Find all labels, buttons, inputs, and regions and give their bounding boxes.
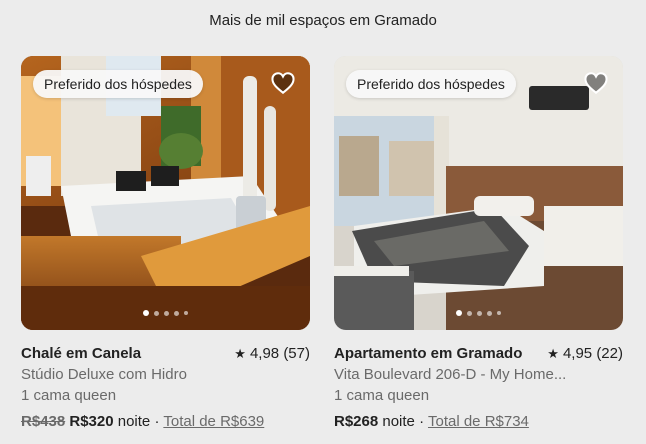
total-price-link[interactable]: Total de R$734 [428, 413, 529, 430]
listing-card[interactable]: Preferido dos hóspedes Chalé em Canela ★… [21, 56, 310, 432]
carousel-dot[interactable] [164, 310, 169, 316]
guest-favorite-badge: Preferido dos hóspedes [346, 70, 516, 98]
carousel-dot[interactable] [184, 311, 188, 315]
heart-icon[interactable] [270, 70, 296, 96]
listing-rating: ★ 4,95 (22) [547, 343, 623, 364]
rating-value: 4,95 (22) [562, 345, 623, 362]
star-icon: ★ [547, 346, 559, 361]
rating-value: 4,98 (57) [249, 345, 310, 362]
carousel-dot[interactable] [467, 310, 472, 316]
carousel-dot[interactable] [487, 310, 492, 316]
listing-subtitle: Vita Boulevard 206-D - My Home... [334, 366, 567, 383]
listing-photo[interactable]: Preferido dos hóspedes [21, 56, 310, 330]
listing-subtitle: Stúdio Deluxe com Hidro [21, 366, 187, 383]
listing-beds: 1 cama queen [334, 387, 430, 404]
price-unit: noite [382, 413, 415, 430]
guest-favorite-badge: Preferido dos hóspedes [33, 70, 203, 98]
listing-info: Apartamento em Gramado ★ 4,95 (22) Vita … [334, 343, 623, 432]
listing-beds: 1 cama queen [21, 387, 117, 404]
price-unit: noite [117, 413, 151, 430]
old-price: R$438 [21, 413, 66, 430]
separator: · [419, 413, 425, 430]
listing-title: Apartamento em Gramado [334, 345, 523, 362]
carousel-dot[interactable] [174, 310, 179, 316]
carousel-dot[interactable] [143, 310, 149, 316]
star-icon: ★ [234, 346, 246, 361]
carousel-dots [21, 310, 310, 316]
heart-icon[interactable] [583, 70, 609, 96]
price-row: R$268 noite · Total de R$734 [334, 411, 623, 432]
carousel-dots [334, 310, 623, 316]
new-price: R$320 [69, 413, 114, 430]
listing-title: Chalé em Canela [21, 345, 142, 362]
new-price: R$268 [334, 413, 379, 430]
carousel-dot[interactable] [497, 311, 501, 315]
carousel-dot[interactable] [477, 310, 482, 316]
listing-card[interactable]: Preferido dos hóspedes Apartamento em Gr… [334, 56, 623, 432]
listing-rating: ★ 4,98 (57) [234, 343, 310, 364]
price-row: R$438 R$320 noite · Total de R$639 [21, 411, 310, 432]
total-price-link[interactable]: Total de R$639 [163, 413, 264, 430]
carousel-dot[interactable] [154, 310, 159, 316]
listing-info: Chalé em Canela ★ 4,98 (57) Stúdio Delux… [21, 343, 310, 432]
separator: · [154, 413, 160, 430]
carousel-dot[interactable] [456, 310, 462, 316]
listing-photo[interactable]: Preferido dos hóspedes [334, 56, 623, 330]
page-title: Mais de mil espaços em Gramado [209, 12, 437, 29]
